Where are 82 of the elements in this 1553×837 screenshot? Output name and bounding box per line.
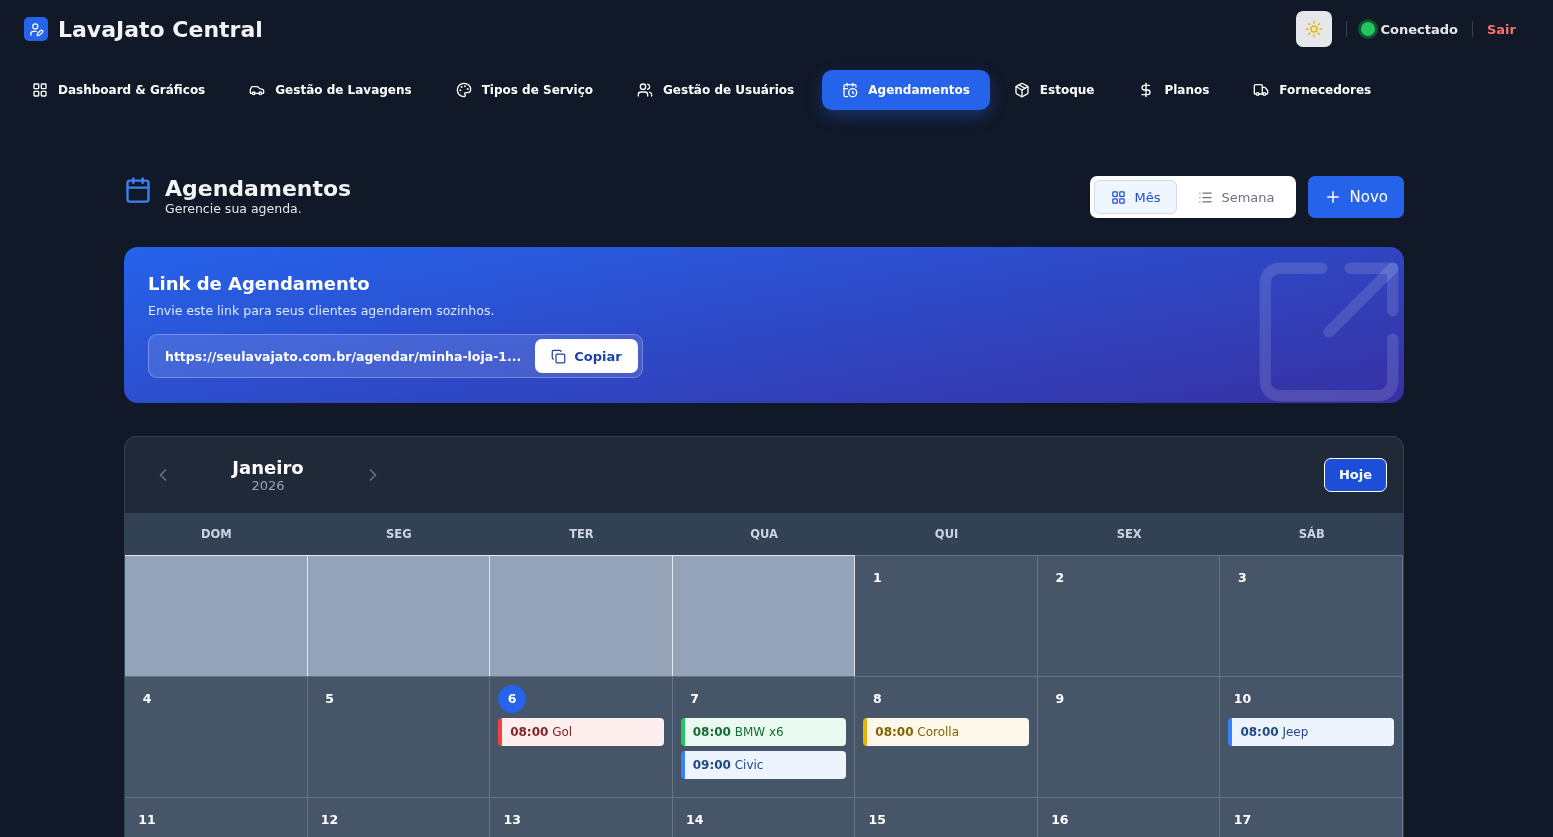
day-cell[interactable]: 17: [1220, 796, 1403, 837]
nav-tab[interactable]: Planos: [1122, 70, 1230, 110]
nav-tab[interactable]: Gestão de Usuários: [621, 70, 815, 110]
app-title: LavaJato Central: [58, 16, 263, 42]
day-cell[interactable]: 1: [855, 554, 1038, 676]
weekday-label: SEG: [386, 526, 412, 541]
weekday-label: DOM: [200, 526, 232, 541]
link-url: https://seulavajato.com.br/agendar/minha-loja-1...: [165, 348, 522, 364]
day-cell[interactable]: 9: [1037, 675, 1221, 797]
truck-icon: [1253, 82, 1270, 98]
card-title: Link de Agendamento: [148, 273, 371, 294]
new-button[interactable]: Novo: [1307, 176, 1404, 218]
day-cell[interactable]: 3: [1220, 554, 1403, 676]
day-cell[interactable]: 13: [490, 796, 673, 837]
nav-tab[interactable]: Fornecedores: [1237, 70, 1392, 110]
theme-toggle-button[interactable]: [1295, 11, 1332, 47]
day-cell[interactable]: 7 08:00 BMW x6 09:00 Civic: [672, 675, 856, 797]
day-number: 4: [141, 690, 153, 709]
view-toggle-button[interactable]: Mês: [1094, 180, 1178, 214]
day-cell[interactable]: 8 08:00 Corolla: [855, 675, 1038, 797]
calendar-icon: [124, 176, 152, 204]
day-number: 7: [689, 690, 701, 709]
appointment-chip[interactable]: 09:00 Civic: [680, 750, 847, 779]
day-number: 16: [1050, 811, 1070, 830]
weekday-label: TER: [569, 526, 594, 541]
page-title: Agendamentos: [165, 176, 352, 201]
weekday-label: SÁB: [1298, 526, 1325, 541]
appointment-chip[interactable]: 08:00 Jeep: [1228, 717, 1394, 746]
day-number: 8: [871, 690, 883, 709]
day-cell[interactable]: 11: [125, 796, 308, 837]
status-label: Conectado: [1380, 21, 1458, 37]
day-number: 10: [1232, 690, 1253, 709]
nav-tab[interactable]: Tipos de Serviço: [439, 70, 613, 110]
nav-tab[interactable]: Agendamentos: [822, 70, 990, 110]
list-icon: [1198, 189, 1214, 205]
nav-tab[interactable]: Dashboard & Gráficos: [16, 70, 226, 110]
day-cell[interactable]: 4: [125, 675, 308, 797]
day-cell[interactable]: 14: [672, 796, 856, 837]
year-label: 2026: [251, 477, 285, 493]
weekday-label: QUI: [934, 526, 959, 541]
day-cell[interactable]: 2: [1037, 554, 1221, 676]
appointment-chip[interactable]: 08:00 Corolla: [863, 717, 1029, 746]
appointment-chip[interactable]: 08:00 Gol: [498, 717, 664, 746]
day-number: 2: [1054, 569, 1066, 588]
today-button[interactable]: Hoje: [1323, 457, 1387, 492]
copy-icon: [551, 348, 567, 364]
sun-icon: [1304, 20, 1323, 38]
logout-link[interactable]: Sair: [1487, 21, 1516, 37]
card-description: Envie este link para seus clientes agendarem sozinhos.: [148, 303, 496, 318]
copy-button[interactable]: Copiar: [535, 339, 638, 373]
day-number: 5: [324, 690, 335, 709]
day-number: 14: [685, 811, 705, 830]
palette-icon: [455, 82, 472, 98]
day-cell[interactable]: 10 08:00 Jeep: [1220, 675, 1403, 797]
day-number: 13: [502, 811, 522, 830]
box-icon: [1013, 82, 1030, 98]
logo-icon: [24, 17, 48, 41]
nav-tab[interactable]: Estoque: [997, 70, 1115, 110]
nav-tab[interactable]: Gestão de Lavagens: [233, 70, 432, 110]
grid-icon: [1111, 189, 1127, 205]
weekday-label: QUA: [750, 526, 778, 541]
day-cell[interactable]: 16: [1037, 796, 1221, 837]
day-number: 6: [498, 684, 527, 713]
day-number: 3: [1237, 569, 1248, 588]
users-icon: [637, 82, 653, 98]
day-number: 17: [1232, 811, 1253, 830]
day-cell[interactable]: 15: [855, 796, 1038, 837]
calendar-clock-icon: [842, 82, 859, 98]
page-subtitle: Gerencie sua agenda.: [165, 201, 303, 216]
link-field[interactable]: https://seulavajato.com.br/agendar/minha-loja-1... Copiar: [148, 334, 643, 378]
grid-icon: [32, 82, 48, 98]
day-cell[interactable]: 6 08:00 Gol: [490, 675, 673, 797]
day-number: 12: [319, 811, 340, 830]
weekday-label: SEX: [1116, 526, 1142, 541]
appointment-chip[interactable]: 08:00 BMW x6: [680, 717, 847, 746]
day-number: 11: [137, 811, 157, 830]
day-number: 1: [871, 569, 883, 588]
day-cell[interactable]: 12: [307, 796, 491, 837]
month-label: Janeiro: [232, 456, 304, 478]
day-cell[interactable]: 5: [307, 675, 491, 797]
day-number: 9: [1054, 690, 1066, 709]
day-number: 15: [867, 811, 887, 830]
